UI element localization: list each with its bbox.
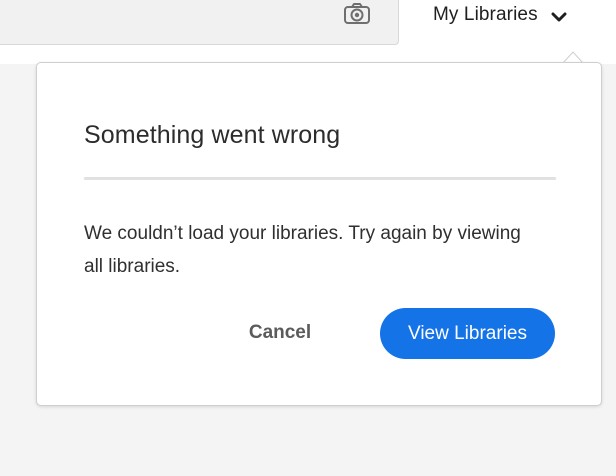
- top-bar: My Libraries: [0, 0, 616, 64]
- popover-title: Something went wrong: [84, 121, 341, 149]
- app-screen: My Libraries Something went wrong We cou…: [0, 0, 616, 476]
- view-libraries-button[interactable]: View Libraries: [380, 308, 555, 359]
- chevron-down-icon: [550, 8, 568, 26]
- error-message: We couldn’t load your libraries. Try aga…: [84, 223, 521, 277]
- libraries-dropdown-label: My Libraries: [433, 4, 538, 25]
- title-divider: [84, 177, 556, 180]
- libraries-dropdown[interactable]: My Libraries: [433, 0, 568, 30]
- camera-button[interactable]: [340, 1, 374, 31]
- cancel-button[interactable]: Cancel: [233, 308, 327, 358]
- camera-icon: [343, 2, 371, 31]
- error-popover: Something went wrong We couldn’t load yo…: [36, 62, 602, 406]
